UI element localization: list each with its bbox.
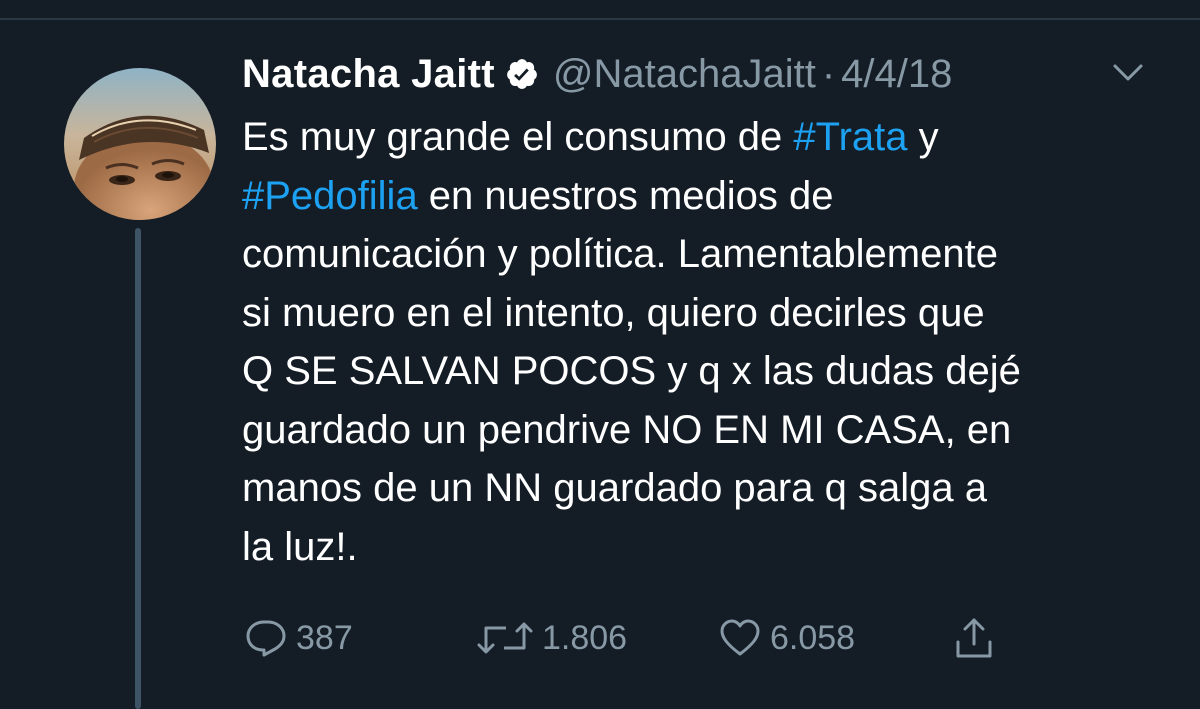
tweet-text-line: guardado un pendrive NO EN MI CASA, en (242, 401, 1182, 460)
tweet-view: Natacha Jaitt @NatachaJaitt · 4/4/18 Es … (0, 0, 1200, 709)
hashtag-link[interactable]: #Trata (793, 115, 907, 159)
heart-icon (718, 618, 762, 658)
tweet-text-segment: guardado un pendrive NO EN MI CASA, en (242, 407, 1012, 452)
avatar[interactable] (64, 68, 216, 220)
author-handle[interactable]: @NatachaJaitt (553, 52, 816, 97)
share-button[interactable] (954, 612, 994, 664)
tweet-text-line: comunicación y política. Lamentablemente (242, 225, 1182, 284)
retweet-button[interactable]: 1.806 (476, 612, 627, 664)
tweet-actions: 387 1.806 6.058 (244, 612, 1004, 664)
chevron-down-icon[interactable] (1112, 62, 1144, 84)
tweet-text-segment: manos de un NN guardado para q salga a (242, 466, 987, 510)
tweet-date[interactable]: 4/4/18 (841, 52, 952, 97)
tweet-text-segment: comunicación y política. Lamentablemente (242, 232, 998, 276)
hashtag-link[interactable]: #Pedofilia (242, 174, 418, 218)
reply-count: 387 (296, 618, 353, 657)
tweet-text: Es muy grande el consumo de #Trata y #Ped… (242, 108, 1182, 576)
tweet-text-line: si muero en el intento, quiero decirles … (242, 284, 1182, 343)
tweet-text-segment: en nuestros medios de (417, 173, 834, 218)
tweet-text-line: #Pedofilia en nuestros medios de (242, 167, 1182, 226)
like-button[interactable]: 6.058 (718, 612, 855, 664)
author-display-name[interactable]: Natacha Jaitt (242, 52, 495, 97)
tweet-text-line: Es muy grande el consumo de #Trata y (242, 108, 1182, 167)
tweet-text-segment: Es muy grande el consumo de (242, 115, 794, 159)
retweet-icon (476, 618, 534, 658)
like-count: 6.058 (770, 618, 856, 657)
share-icon (954, 616, 994, 660)
retweet-count: 1.806 (542, 618, 628, 657)
thread-line (135, 228, 141, 709)
avatar-image (64, 68, 216, 220)
tweet-text-segment: la luz!. (242, 524, 358, 569)
separator-dot: · (821, 51, 836, 96)
tweet-text-segment: y (907, 115, 939, 159)
reply-icon (244, 618, 288, 658)
verified-badge-icon (505, 57, 539, 91)
tweet-text-segment: Q SE SALVAN POCOS y q x las dudas dejé (242, 349, 1021, 393)
tweet-header: Natacha Jaitt @NatachaJaitt · 4/4/18 (242, 48, 952, 100)
tweet-text-segment: si muero en el intento, quiero decirles … (242, 290, 985, 335)
tweet-text-line: la luz!. (242, 518, 1182, 577)
reply-button[interactable]: 387 (244, 612, 353, 664)
tweet-text-line: Q SE SALVAN POCOS y q x las dudas dejé (242, 342, 1182, 401)
tweet-text-line: manos de un NN guardado para q salga a (242, 459, 1182, 518)
top-divider (0, 0, 1200, 20)
